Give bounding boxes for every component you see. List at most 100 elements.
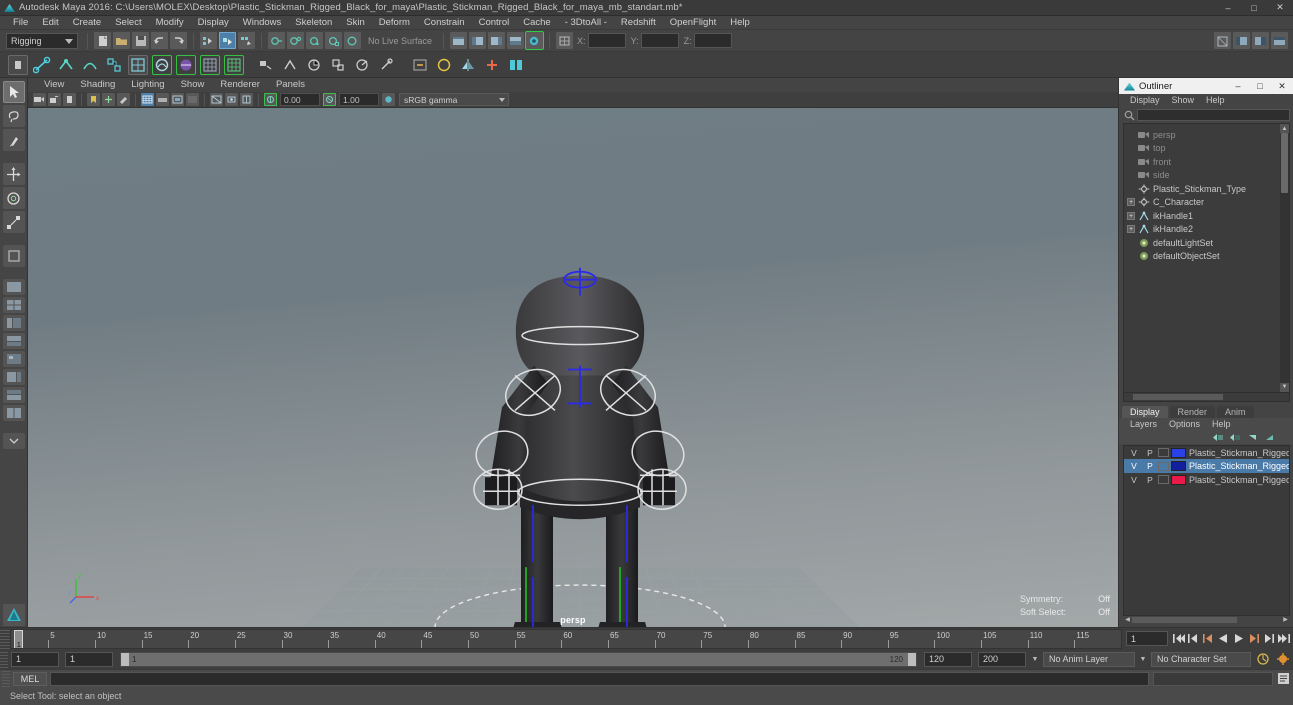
image-plane-icon[interactable] bbox=[102, 93, 115, 106]
viewport-menu-lighting[interactable]: Lighting bbox=[123, 78, 172, 92]
layer-type-toggle[interactable] bbox=[1158, 461, 1169, 471]
show-hide-attribute-editor-icon[interactable] bbox=[1233, 32, 1250, 49]
select-hierarchy-icon[interactable] bbox=[200, 32, 217, 49]
playback-start-time-field[interactable]: 1 bbox=[65, 651, 113, 667]
script-language-button[interactable]: MEL bbox=[13, 671, 47, 686]
layer-tab-display[interactable]: Display bbox=[1122, 405, 1168, 418]
menu-deform[interactable]: Deform bbox=[372, 16, 417, 30]
outliner-item[interactable]: + C_Character bbox=[1124, 196, 1289, 210]
range-slider-bar[interactable]: 1 120 bbox=[120, 651, 917, 667]
menu-file[interactable]: File bbox=[6, 16, 35, 30]
layer-row[interactable]: VP Plastic_Stickman_Rigged_Bla bbox=[1124, 446, 1289, 459]
step-forward-frame-button[interactable] bbox=[1247, 632, 1260, 646]
set-driven-key-icon[interactable] bbox=[410, 55, 430, 75]
viewport-menu-view[interactable]: View bbox=[36, 78, 72, 92]
snap-view-plane-icon[interactable] bbox=[344, 32, 361, 49]
animation-end-time-field[interactable]: 200 bbox=[978, 651, 1026, 667]
channel-box-toggle-icon[interactable] bbox=[488, 32, 506, 49]
menu-control[interactable]: Control bbox=[472, 16, 517, 30]
outliner-vertical-scrollbar[interactable]: ▲ ▼ bbox=[1280, 124, 1289, 392]
menu-modify[interactable]: Modify bbox=[149, 16, 191, 30]
outliner-persp-layout-button[interactable] bbox=[2, 387, 25, 403]
layer-type-toggle[interactable] bbox=[1158, 448, 1169, 457]
layer-list[interactable]: VPPlastic_Stickman_Rigged_BlaVPPlastic_S… bbox=[1123, 444, 1290, 616]
step-forward-key-button[interactable] bbox=[1262, 632, 1275, 646]
lasso-tool-button[interactable] bbox=[2, 105, 25, 127]
viewport-menu-show[interactable]: Show bbox=[173, 78, 213, 92]
layer-row[interactable]: VP Plastic_Stickman_Rigged_Bla bbox=[1124, 473, 1289, 487]
select-camera-icon[interactable] bbox=[33, 93, 46, 106]
layer-color-swatch[interactable] bbox=[1171, 447, 1186, 458]
step-back-key-button[interactable] bbox=[1187, 632, 1200, 646]
time-slider-grip[interactable] bbox=[0, 628, 10, 649]
layer-row[interactable]: VP Plastic_Stickman_Rigged_Black_FB× bbox=[1124, 459, 1289, 473]
outliner-toggle-icon[interactable] bbox=[507, 32, 525, 49]
maximize-button[interactable]: □ bbox=[1241, 0, 1267, 16]
character-set-dropdown[interactable]: No Character Set bbox=[1151, 651, 1251, 667]
play-backwards-button[interactable] bbox=[1217, 632, 1230, 646]
layer-type-toggle[interactable] bbox=[1158, 475, 1169, 484]
scroll-up-arrow-icon[interactable]: ▲ bbox=[1280, 124, 1289, 133]
group-icon[interactable] bbox=[506, 55, 526, 75]
layer-tab-anim[interactable]: Anim bbox=[1217, 405, 1254, 418]
outliner-item[interactable]: top bbox=[1124, 142, 1289, 156]
expand-toggle-icon[interactable]: + bbox=[1127, 211, 1135, 220]
current-time-indicator[interactable]: 1 bbox=[14, 629, 24, 648]
menu-help[interactable]: Help bbox=[723, 16, 757, 30]
color-management-icon[interactable] bbox=[382, 93, 395, 106]
layer-color-swatch[interactable] bbox=[1171, 474, 1186, 485]
two-pane-layout-button[interactable] bbox=[2, 405, 25, 421]
layer-playback-toggle[interactable]: P bbox=[1142, 461, 1158, 471]
menu-cache[interactable]: Cache bbox=[516, 16, 557, 30]
layer-visibility-toggle[interactable]: V bbox=[1126, 448, 1142, 458]
go-to-end-button[interactable] bbox=[1277, 632, 1290, 646]
script-editor-icon[interactable] bbox=[1276, 672, 1290, 686]
single-perspective-layout-button[interactable] bbox=[2, 279, 25, 295]
outliner-search-input[interactable] bbox=[1137, 109, 1290, 121]
range-end-handle[interactable] bbox=[908, 652, 916, 666]
search-icon[interactable] bbox=[1124, 110, 1135, 121]
menu-openflight[interactable]: OpenFlight bbox=[663, 16, 723, 30]
expand-toggle-icon[interactable]: + bbox=[1127, 198, 1135, 207]
command-line-grip[interactable] bbox=[2, 670, 10, 687]
save-scene-icon[interactable] bbox=[132, 32, 149, 49]
attribute-editor-toggle-icon[interactable] bbox=[450, 32, 468, 49]
persp-outliner-layout-button[interactable] bbox=[2, 315, 25, 331]
outliner-item[interactable]: Plastic_Stickman_Type bbox=[1124, 182, 1289, 196]
move-tool-button[interactable] bbox=[2, 163, 25, 185]
scroll-left-arrow-icon[interactable]: ◀ bbox=[1124, 617, 1131, 623]
range-slider-grip[interactable] bbox=[0, 650, 8, 668]
auto-keyframe-toggle-icon[interactable] bbox=[1256, 652, 1270, 666]
outliner-item[interactable]: + ikHandle2 bbox=[1124, 223, 1289, 237]
add-attribute-icon[interactable] bbox=[482, 55, 502, 75]
chevron-down-icon[interactable]: ▼ bbox=[1029, 652, 1041, 667]
camera-attributes-icon[interactable] bbox=[63, 93, 76, 106]
chevron-down-icon[interactable]: ▼ bbox=[1137, 652, 1149, 667]
scrollbar-thumb[interactable] bbox=[1132, 617, 1237, 623]
scroll-right-arrow-icon[interactable]: ▶ bbox=[1282, 617, 1289, 623]
snap-grid-icon[interactable] bbox=[268, 32, 285, 49]
grid-toggle-icon[interactable] bbox=[141, 93, 154, 106]
film-gate-icon[interactable] bbox=[156, 93, 169, 106]
redo-icon[interactable] bbox=[170, 32, 187, 49]
viewport-menu-renderer[interactable]: Renderer bbox=[212, 78, 268, 92]
mirror-icon[interactable] bbox=[458, 55, 478, 75]
layer-menu-help[interactable]: Help bbox=[1206, 419, 1237, 429]
snap-curve-icon[interactable] bbox=[287, 32, 304, 49]
menu-create[interactable]: Create bbox=[66, 16, 109, 30]
step-back-frame-button[interactable] bbox=[1202, 632, 1215, 646]
four-view-layout-button[interactable] bbox=[2, 297, 25, 313]
move-layer-down-icon[interactable] bbox=[1264, 432, 1275, 442]
outliner-minimize-button[interactable]: – bbox=[1227, 78, 1249, 94]
more-layouts-button[interactable] bbox=[2, 433, 25, 449]
layer-playback-toggle[interactable]: P bbox=[1142, 448, 1158, 458]
exposure-field[interactable]: 0.00 bbox=[280, 93, 320, 106]
menu-3dtoall[interactable]: - 3DtoAll - bbox=[558, 16, 614, 30]
exposure-toggle-icon[interactable] bbox=[264, 93, 277, 106]
create-blend-shape-icon[interactable] bbox=[104, 55, 124, 75]
snap-projected-icon[interactable] bbox=[325, 32, 342, 49]
new-layer-from-selected-icon[interactable] bbox=[1230, 432, 1241, 442]
select-object-icon[interactable] bbox=[219, 32, 236, 49]
gate-mask-icon[interactable] bbox=[186, 93, 199, 106]
tool-settings-toggle-icon[interactable] bbox=[469, 32, 487, 49]
